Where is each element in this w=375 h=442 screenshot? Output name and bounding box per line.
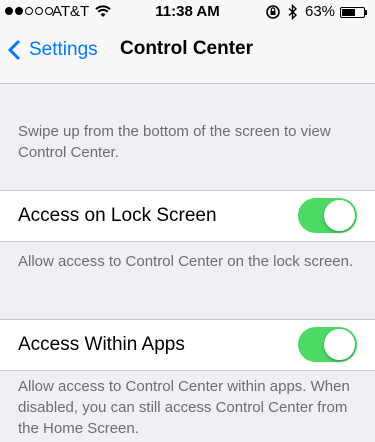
battery-cap <box>365 10 367 15</box>
header: AT&T 11:38 AM 63% Settings Control Cente… <box>0 0 375 84</box>
page-title: Control Center <box>120 38 253 59</box>
lock-screen-toggle[interactable] <box>298 198 357 233</box>
toggle-knob <box>324 329 355 360</box>
setting-label: Access Within Apps <box>18 334 185 355</box>
setting-label: Access on Lock Screen <box>18 205 217 226</box>
setting-description: Allow access to Control Center within ap… <box>18 378 350 437</box>
setting-description: Allow access to Control Center on the lo… <box>18 253 354 270</box>
intro-text: Swipe up from the bottom of the screen t… <box>18 123 331 161</box>
rotation-lock-icon <box>265 4 281 23</box>
toggle-knob <box>324 200 355 231</box>
battery-percent: 63% <box>305 3 336 20</box>
back-label: Settings <box>29 39 98 60</box>
nav-bar: Settings Control Center <box>0 24 375 84</box>
status-bar: AT&T 11:38 AM 63% <box>0 0 375 24</box>
setting-row-within-apps: Access Within Apps <box>0 319 375 371</box>
battery-level <box>342 9 355 16</box>
back-button[interactable]: Settings <box>8 36 98 64</box>
setting-row-lock-screen: Access on Lock Screen <box>0 190 375 242</box>
battery-icon <box>340 7 365 18</box>
chevron-left-icon <box>8 39 21 61</box>
within-apps-toggle[interactable] <box>298 327 357 362</box>
bluetooth-icon <box>288 3 298 23</box>
